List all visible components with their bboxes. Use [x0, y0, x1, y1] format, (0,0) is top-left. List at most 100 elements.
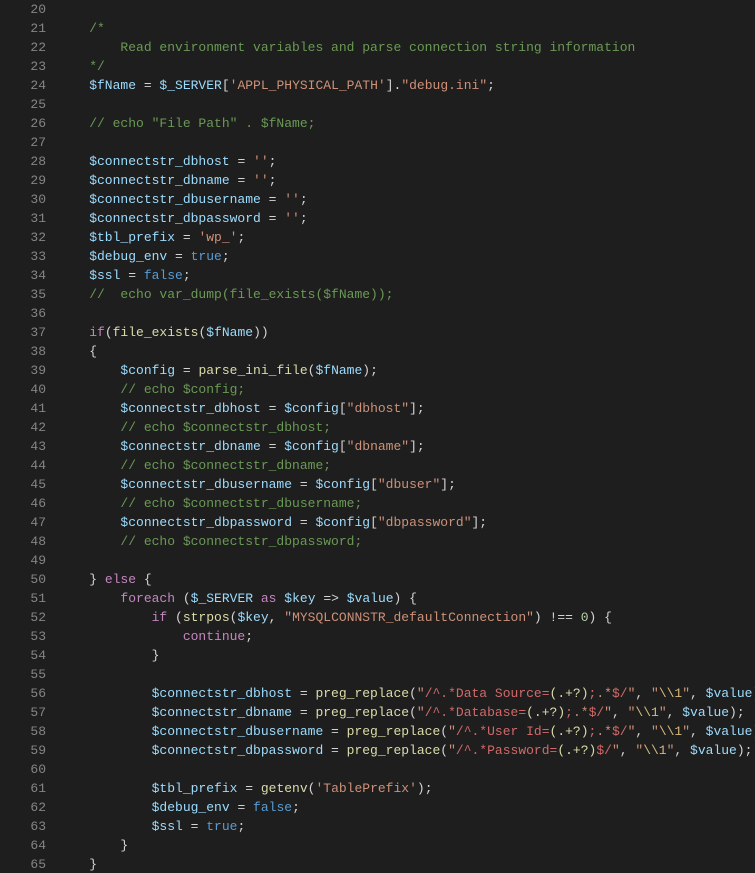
code-line[interactable]: // echo "File Path" . $fName;	[58, 114, 755, 133]
line-number: 47	[0, 513, 46, 532]
code-token: $debug_env	[58, 800, 230, 815]
code-token: =	[323, 743, 346, 758]
code-line[interactable]: // echo $connectstr_dbname;	[58, 456, 755, 475]
code-token: $config	[58, 363, 175, 378]
code-token: $tbl_prefix	[58, 781, 237, 796]
code-line[interactable]: if(file_exists($fName))	[58, 323, 755, 342]
code-token: ''	[253, 173, 269, 188]
code-line[interactable]	[58, 133, 755, 152]
code-line[interactable]: $debug_env = false;	[58, 798, 755, 817]
code-line[interactable]: {	[58, 342, 755, 361]
code-token: [	[222, 78, 230, 93]
code-token: {	[58, 344, 97, 359]
code-area[interactable]: /* Read environment variables and parse …	[54, 0, 755, 873]
code-token: =	[261, 439, 284, 454]
code-token: "	[651, 724, 659, 739]
code-token: }	[58, 857, 97, 872]
code-token: \\1	[643, 743, 666, 758]
code-token: "	[448, 743, 456, 758]
code-token: [	[339, 439, 347, 454]
code-token: 0	[581, 610, 589, 625]
code-token: ;	[237, 230, 245, 245]
code-line[interactable]: // echo $connectstr_dbusername;	[58, 494, 755, 513]
code-line[interactable]: // echo var_dump(file_exists($fName));	[58, 285, 755, 304]
code-editor[interactable]: 2021222324252627282930313233343536373839…	[0, 0, 755, 873]
line-number: 36	[0, 304, 46, 323]
code-token: ;	[222, 249, 230, 264]
code-line[interactable]	[58, 760, 755, 779]
code-token: =	[230, 173, 253, 188]
code-token: $key	[284, 591, 315, 606]
code-token: "	[417, 705, 425, 720]
code-token: /*	[58, 21, 105, 36]
code-token: ,	[620, 743, 636, 758]
code-line[interactable]: $connectstr_dbhost = $config["dbhost"];	[58, 399, 755, 418]
code-token: );	[737, 743, 753, 758]
code-line[interactable]: $ssl = false;	[58, 266, 755, 285]
code-line[interactable]: Read environment variables and parse con…	[58, 38, 755, 57]
line-number: 22	[0, 38, 46, 57]
code-token: $value	[690, 743, 737, 758]
code-line[interactable]: $debug_env = true;	[58, 247, 755, 266]
code-token: =	[136, 78, 159, 93]
code-token: $fName	[206, 325, 253, 340]
code-line[interactable]: // echo $connectstr_dbhost;	[58, 418, 755, 437]
code-line[interactable]	[58, 665, 755, 684]
code-line[interactable]: } else {	[58, 570, 755, 589]
code-line[interactable]: $connectstr_dbpassword = '';	[58, 209, 755, 228]
line-number: 45	[0, 475, 46, 494]
code-token: (	[409, 686, 417, 701]
code-token: =	[175, 230, 198, 245]
code-line[interactable]: $connectstr_dbhost = preg_replace("/^.*D…	[58, 684, 755, 703]
line-number: 46	[0, 494, 46, 513]
code-line[interactable]: $tbl_prefix = getenv('TablePrefix');	[58, 779, 755, 798]
code-token: ,	[635, 686, 651, 701]
line-number: 24	[0, 76, 46, 95]
code-line[interactable]	[58, 95, 755, 114]
code-line[interactable]: $config = parse_ini_file($fName);	[58, 361, 755, 380]
code-token: $config	[284, 401, 339, 416]
code-line[interactable]: $fName = $_SERVER['APPL_PHYSICAL_PATH'].…	[58, 76, 755, 95]
code-line[interactable]: $tbl_prefix = 'wp_';	[58, 228, 755, 247]
code-token: ];	[409, 439, 425, 454]
code-line[interactable]: if (strpos($key, "MYSQLCONNSTR_defaultCo…	[58, 608, 755, 627]
line-number: 48	[0, 532, 46, 551]
code-token: "	[682, 724, 690, 739]
code-line[interactable]: $connectstr_dbhost = '';	[58, 152, 755, 171]
code-line[interactable]: // echo $config;	[58, 380, 755, 399]
code-token: $_SERVER	[159, 78, 221, 93]
code-line[interactable]: */	[58, 57, 755, 76]
code-token: $connectstr_dbname	[58, 705, 292, 720]
code-line[interactable]: $connectstr_dbpassword = $config["dbpass…	[58, 513, 755, 532]
code-line[interactable]: $connectstr_dbname = $config["dbname"];	[58, 437, 755, 456]
code-line[interactable]: /*	[58, 19, 755, 38]
code-token: $fName	[315, 363, 362, 378]
line-number: 52	[0, 608, 46, 627]
code-line[interactable]: continue;	[58, 627, 755, 646]
code-line[interactable]: $connectstr_dbusername = preg_replace("/…	[58, 722, 755, 741]
code-token: ))	[253, 325, 269, 340]
line-number: 25	[0, 95, 46, 114]
code-token: ,	[635, 724, 651, 739]
code-token: =	[230, 800, 253, 815]
code-line[interactable]: $connectstr_dbusername = '';	[58, 190, 755, 209]
code-line[interactable]: // echo $connectstr_dbpassword;	[58, 532, 755, 551]
code-line[interactable]: }	[58, 836, 755, 855]
code-line[interactable]: $ssl = true;	[58, 817, 755, 836]
code-token: \\1	[659, 724, 682, 739]
code-token: $connectstr_dbname	[58, 173, 230, 188]
code-line[interactable]	[58, 551, 755, 570]
code-line[interactable]	[58, 304, 755, 323]
code-line[interactable]: $connectstr_dbname = '';	[58, 171, 755, 190]
code-token: "	[448, 724, 456, 739]
code-line[interactable]: $connectstr_dbusername = $config["dbuser…	[58, 475, 755, 494]
code-line[interactable]: $connectstr_dbname = preg_replace("/^.*D…	[58, 703, 755, 722]
code-line[interactable]: $connectstr_dbpassword = preg_replace("/…	[58, 741, 755, 760]
code-line[interactable]: foreach ($_SERVER as $key => $value) {	[58, 589, 755, 608]
code-line[interactable]: }	[58, 646, 755, 665]
code-token: $value	[706, 724, 753, 739]
code-line[interactable]	[58, 0, 755, 19]
line-number: 30	[0, 190, 46, 209]
code-line[interactable]: }	[58, 855, 755, 873]
code-token: ) !==	[534, 610, 581, 625]
